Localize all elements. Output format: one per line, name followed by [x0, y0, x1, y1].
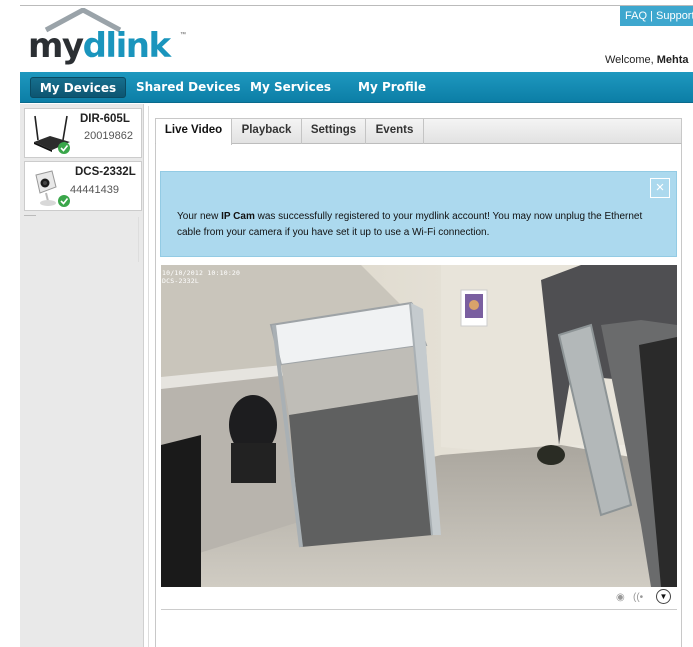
audio-icon[interactable]: ((• [633, 592, 643, 603]
nav-my-services[interactable]: My Services [250, 80, 331, 94]
router-icon [34, 115, 70, 154]
device-serial: 44441439 [70, 184, 119, 196]
main-content: Live Video Playback Settings Events × Yo… [148, 106, 693, 647]
link-separator: | [650, 10, 653, 22]
tab-live-video[interactable]: Live Video [156, 119, 232, 145]
live-video-panel: × Your new IP Cam was successfully regis… [155, 144, 682, 647]
help-links: FAQ | Support [620, 6, 693, 26]
device-list: DIR-605L 20019862 DCS-2332L 44441439 [20, 104, 144, 647]
notice-text-before: Your new [177, 211, 222, 222]
mydlink-logo[interactable]: mydlink ™ [28, 8, 186, 68]
main-nav: My Devices Shared Devices My Services My… [20, 72, 693, 103]
video-datetime: 10/10/2012 10:10:20 [162, 269, 241, 277]
trademark: ™ [180, 32, 186, 38]
chevron-down-icon[interactable]: ▼ [656, 589, 671, 604]
video-controls: ◉ ((• ▼ [161, 587, 677, 610]
device-serial: 20019862 [84, 130, 133, 142]
notice-message: Your new IP Cam was successfully registe… [177, 209, 657, 241]
registration-notice: × Your new IP Cam was successfully regis… [160, 171, 677, 257]
live-video-feed[interactable]: 10/10/2012 10:10:20 DCS-2332L [161, 265, 677, 587]
welcome-message: Welcome, Mehta [605, 54, 693, 66]
notice-device-type: IP Cam [221, 211, 255, 222]
logo-wordmark: mydlink [28, 26, 171, 66]
user-name[interactable]: Mehta [657, 54, 689, 66]
tab-events[interactable]: Events [366, 119, 424, 144]
device-tabs: Live Video Playback Settings Events [155, 118, 682, 145]
welcome-prefix: Welcome, [605, 54, 654, 66]
logo-my: my [28, 26, 84, 66]
camera-scene [161, 265, 677, 587]
nav-my-profile[interactable]: My Profile [358, 80, 426, 94]
logo-dlink: dlink [82, 26, 171, 66]
tab-playback[interactable]: Playback [232, 119, 302, 144]
video-timestamp: 10/10/2012 10:10:20 DCS-2332L [162, 269, 240, 285]
video-camera-label: DCS-2332L [162, 277, 200, 285]
tab-settings[interactable]: Settings [302, 119, 366, 144]
device-name: DCS-2332L [75, 166, 136, 178]
nav-shared-devices[interactable]: Shared Devices [136, 80, 241, 94]
sidebar-divider [24, 215, 36, 216]
top-divider [20, 5, 693, 6]
camera-icon [35, 170, 70, 207]
device-item-dcs-2332l[interactable]: DCS-2332L 44441439 [24, 161, 142, 211]
close-icon[interactable]: × [650, 178, 670, 198]
record-icon[interactable]: ◉ [616, 592, 625, 603]
faq-link[interactable]: FAQ [625, 10, 647, 22]
support-link[interactable]: Support [656, 10, 693, 22]
device-item-dir-605l[interactable]: DIR-605L 20019862 [24, 108, 142, 158]
sidebar-scrollbar[interactable] [138, 217, 139, 262]
nav-my-devices[interactable]: My Devices [30, 77, 126, 98]
device-name: DIR-605L [80, 113, 130, 125]
